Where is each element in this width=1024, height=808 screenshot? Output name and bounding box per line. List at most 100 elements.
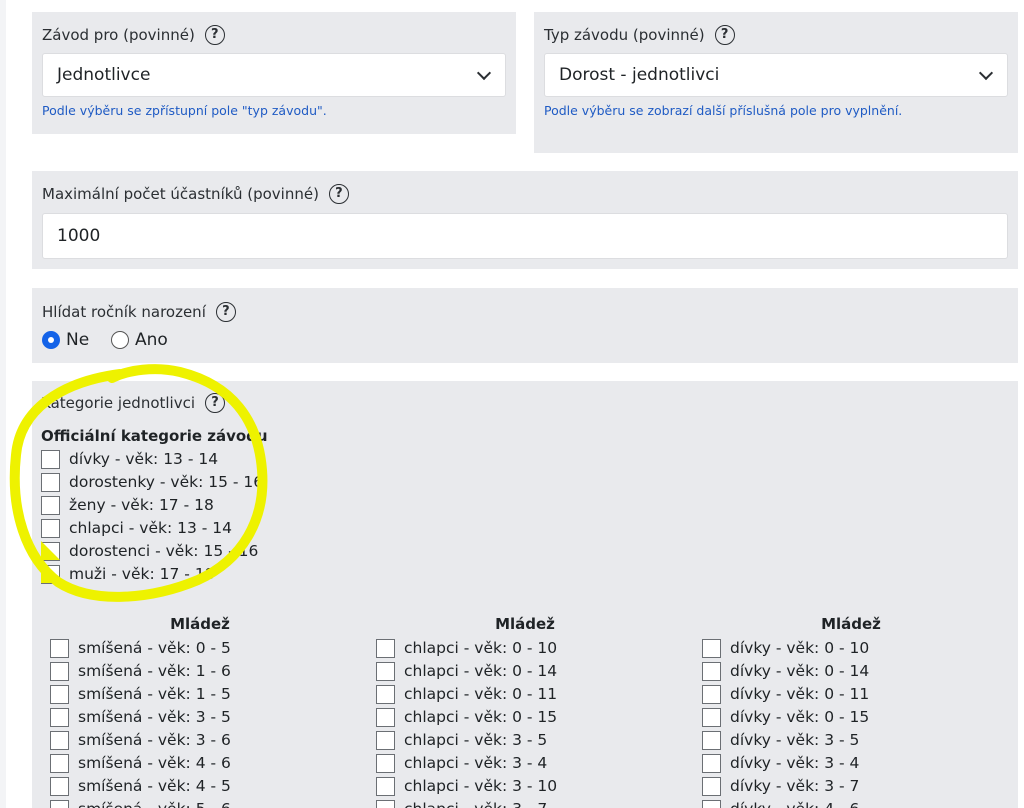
checkbox[interactable] [376, 684, 395, 704]
category-item[interactable]: smíšená - věk: 3 - 5 [50, 707, 231, 727]
zavod-pro-select[interactable]: Jednotlivce [42, 53, 506, 97]
category-item[interactable]: chlapci - věk: 3 - 10 [376, 776, 557, 796]
checkbox[interactable] [702, 776, 721, 796]
max-pocet-input[interactable]: 1000 [42, 213, 1008, 259]
checkbox[interactable] [376, 707, 395, 727]
category-label: smíšená - věk: 0 - 5 [78, 639, 231, 657]
category-item[interactable]: chlapci - věk: 0 - 15 [376, 707, 557, 727]
checkbox[interactable] [702, 684, 721, 704]
category-item[interactable]: dívky - věk: 3 - 7 [702, 776, 859, 796]
category-item[interactable]: dívky - věk: 0 - 15 [702, 707, 869, 727]
category-item[interactable]: smíšená - věk: 1 - 6 [50, 661, 231, 681]
category-item[interactable]: dívky - věk: 0 - 10 [702, 638, 869, 658]
checkbox[interactable] [50, 753, 69, 773]
category-item[interactable]: chlapci - věk: 3 - 7 [376, 799, 547, 808]
category-item[interactable]: dívky - věk: 0 - 11 [702, 684, 869, 704]
category-item[interactable]: smíšená - věk: 5 - 6 [50, 799, 231, 808]
radio-ano[interactable]: Ano [111, 330, 168, 350]
zavod-pro-label-row: Závod pro (povinné) ? [42, 25, 225, 45]
category-label: chlapci - věk: 3 - 5 [404, 731, 548, 749]
typ-zavodu-label-row: Typ závodu (povinné) ? [544, 25, 735, 45]
help-icon[interactable]: ? [204, 25, 225, 45]
category-label: smíšená - věk: 3 - 6 [78, 731, 231, 749]
checkbox[interactable] [50, 661, 69, 681]
zavod-pro-hint: Podle výběru se zpřístupní pole "typ záv… [42, 103, 327, 118]
official-category-label: chlapci - věk: 13 - 14 [69, 519, 232, 537]
category-item[interactable]: chlapci - věk: 0 - 14 [376, 661, 557, 681]
category-item[interactable]: dívky - věk: 0 - 14 [702, 661, 869, 681]
category-item[interactable]: dívky - věk: 4 - 6 [702, 799, 859, 808]
category-item[interactable]: dívky - věk: 3 - 5 [702, 730, 859, 750]
category-label: dívky - věk: 4 - 6 [730, 800, 859, 808]
category-item[interactable]: smíšená - věk: 4 - 6 [50, 753, 231, 773]
category-label: smíšená - věk: 5 - 6 [78, 800, 231, 808]
checkbox[interactable] [376, 753, 395, 773]
category-item[interactable]: smíšená - věk: 4 - 5 [50, 776, 231, 796]
max-pocet-label: Maximální počet účastníků (povinné) [42, 185, 319, 203]
checkbox[interactable] [702, 707, 721, 727]
radio-dot-selected[interactable] [42, 331, 60, 349]
category-label: chlapci - věk: 3 - 4 [404, 754, 548, 772]
checkbox[interactable] [376, 776, 395, 796]
checkbox[interactable] [41, 495, 60, 515]
checkbox[interactable] [376, 638, 395, 658]
typ-zavodu-value: Dorost - jednotlivci [559, 65, 720, 85]
official-category-item[interactable]: dorostenky - věk: 15 - 16 [41, 472, 263, 492]
checkbox[interactable] [702, 753, 721, 773]
official-category-item[interactable]: dorostenci - věk: 15 - 16 [41, 541, 258, 561]
category-item[interactable]: smíšená - věk: 1 - 5 [50, 684, 231, 704]
checkbox[interactable] [50, 730, 69, 750]
help-icon[interactable]: ? [205, 393, 226, 413]
checkbox[interactable] [41, 564, 60, 584]
category-label: dívky - věk: 0 - 14 [730, 662, 870, 680]
checkbox[interactable] [50, 684, 69, 704]
official-category-item[interactable]: ženy - věk: 17 - 18 [41, 495, 214, 515]
checkbox[interactable] [702, 638, 721, 658]
category-label: dívky - věk: 0 - 15 [730, 708, 870, 726]
typ-zavodu-select[interactable]: Dorost - jednotlivci [544, 53, 1008, 97]
column-title: Mládež [821, 615, 881, 633]
category-item[interactable]: smíšená - věk: 3 - 6 [50, 730, 231, 750]
checkbox[interactable] [50, 799, 69, 808]
column-title: Mládež [495, 615, 555, 633]
official-category-label: dorostenci - věk: 15 - 16 [69, 542, 259, 560]
checkbox[interactable] [41, 449, 60, 469]
checkbox[interactable] [50, 707, 69, 727]
category-item[interactable]: chlapci - věk: 0 - 10 [376, 638, 557, 658]
checkbox[interactable] [702, 730, 721, 750]
checkbox[interactable] [41, 472, 60, 492]
official-category-item[interactable]: muži - věk: 17 - 18 [41, 564, 215, 584]
zavod-pro-label: Závod pro (povinné) [42, 26, 195, 44]
checkbox[interactable] [702, 661, 721, 681]
category-item[interactable]: smíšená - věk: 0 - 5 [50, 638, 231, 658]
checkbox[interactable] [376, 661, 395, 681]
checkbox[interactable] [376, 730, 395, 750]
official-category-item[interactable]: chlapci - věk: 13 - 14 [41, 518, 232, 538]
category-label: dívky - věk: 3 - 4 [730, 754, 860, 772]
checkbox[interactable] [50, 638, 69, 658]
category-label: chlapci - věk: 0 - 14 [404, 662, 558, 680]
chevron-down-icon [476, 65, 492, 81]
category-label: smíšená - věk: 1 - 6 [78, 662, 231, 680]
official-category-item[interactable]: dívky - věk: 13 - 14 [41, 449, 218, 469]
radio-dot[interactable] [111, 331, 129, 349]
category-item[interactable]: dívky - věk: 3 - 4 [702, 753, 859, 773]
category-item[interactable]: chlapci - věk: 3 - 4 [376, 753, 547, 773]
category-item[interactable]: chlapci - věk: 0 - 11 [376, 684, 557, 704]
help-icon[interactable]: ? [328, 184, 349, 204]
radio-ne[interactable]: Ne [42, 330, 89, 350]
help-icon[interactable]: ? [215, 302, 236, 322]
checkbox[interactable] [41, 541, 60, 561]
checkbox[interactable] [376, 799, 395, 808]
hlidat-rocnik-label-row: Hlídat ročník narození ? [42, 302, 236, 322]
checkbox[interactable] [41, 518, 60, 538]
help-icon[interactable]: ? [714, 25, 735, 45]
category-label: dívky - věk: 3 - 7 [730, 777, 860, 795]
checkbox[interactable] [702, 799, 721, 808]
official-category-label: muži - věk: 17 - 18 [69, 565, 215, 583]
kategorie-label-row: Kategorie jednotlivci ? [41, 393, 226, 413]
category-item[interactable]: chlapci - věk: 3 - 5 [376, 730, 547, 750]
checkbox[interactable] [50, 776, 69, 796]
official-category-label: dorostenky - věk: 15 - 16 [69, 473, 264, 491]
column-title: Mládež [170, 615, 230, 633]
